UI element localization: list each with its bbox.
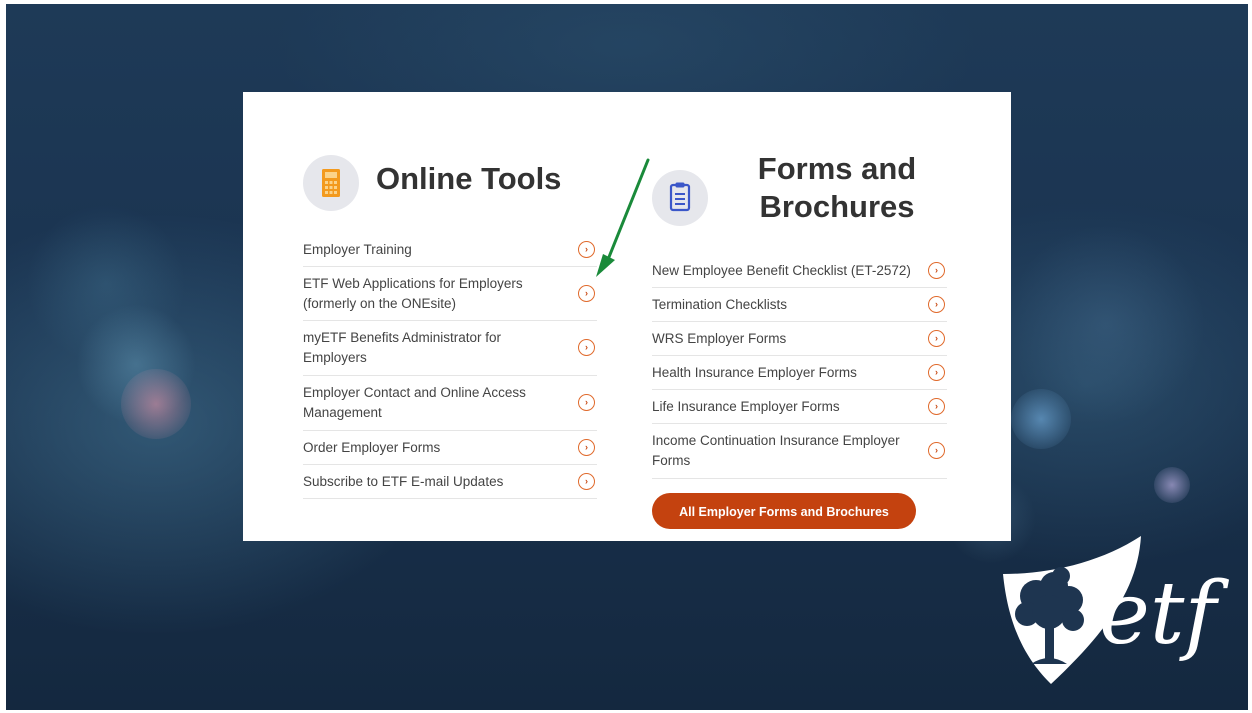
bokeh-light — [1154, 467, 1190, 503]
link-label: Health Insurance Employer Forms — [652, 364, 857, 380]
chevron-right-icon[interactable]: › — [928, 261, 945, 279]
forms-section: Forms and Brochures New Employee Benefit… — [652, 148, 947, 529]
link-label: Income Continuation Insurance Employer F… — [652, 433, 900, 468]
presentation-slide: Online Tools Employer Training › ETF Web… — [6, 4, 1248, 710]
link-label: ETF Web Applications for Employers (form… — [303, 275, 523, 311]
link-employer-training[interactable]: Employer Training › — [303, 234, 597, 267]
bokeh-light — [26, 204, 186, 364]
link-label: myETF Benefits Administrator for Employe… — [303, 330, 502, 365]
chevron-right-icon[interactable]: › — [578, 472, 595, 490]
chevron-right-icon[interactable]: › — [928, 397, 945, 415]
all-employer-forms-button[interactable]: All Employer Forms and Brochures — [652, 493, 916, 529]
chevron-right-icon[interactable]: › — [578, 339, 595, 356]
forms-links: New Employee Benefit Checklist (ET-2572)… — [652, 254, 947, 479]
chevron-right-icon[interactable]: › — [578, 284, 595, 302]
link-label: Termination Checklists — [652, 296, 788, 312]
chevron-right-icon[interactable]: › — [928, 363, 945, 381]
link-label: Life Insurance Employer Forms — [652, 398, 840, 414]
link-label: New Employee Benefit Checklist (ET-2572) — [652, 262, 911, 278]
link-life-insurance-forms[interactable]: Life Insurance Employer Forms › — [652, 390, 947, 424]
link-label: Employer Training — [303, 242, 412, 257]
bokeh-light — [121, 369, 191, 439]
link-label: Subscribe to ETF E-mail Updates — [303, 473, 504, 489]
link-new-employee-checklist[interactable]: New Employee Benefit Checklist (ET-2572)… — [652, 254, 947, 288]
calculator-icon — [303, 155, 359, 211]
etf-logo: etf — [991, 534, 1221, 694]
online-tools-links: Employer Training › ETF Web Applications… — [303, 234, 597, 499]
online-tools-title: Online Tools — [376, 161, 562, 196]
link-label: WRS Employer Forms — [652, 330, 787, 346]
link-myetf-benefits-administrator[interactable]: myETF Benefits Administrator for Employe… — [303, 321, 597, 376]
chevron-right-icon[interactable]: › — [928, 329, 945, 347]
online-tools-section: Online Tools Employer Training › ETF Web… — [303, 148, 597, 499]
link-wrs-employer-forms[interactable]: WRS Employer Forms › — [652, 322, 947, 356]
chevron-right-icon[interactable]: › — [578, 394, 595, 411]
link-label: Order Employer Forms — [303, 439, 441, 455]
link-employer-contact-access[interactable]: Employer Contact and Online Access Manag… — [303, 376, 597, 431]
link-subscribe-email-updates[interactable]: Subscribe to ETF E-mail Updates › — [303, 465, 597, 499]
chevron-right-icon[interactable]: › — [578, 438, 595, 456]
chevron-right-icon[interactable]: › — [928, 295, 945, 313]
link-income-continuation-forms[interactable]: Income Continuation Insurance Employer F… — [652, 424, 947, 479]
link-termination-checklists[interactable]: Termination Checklists › — [652, 288, 947, 322]
forms-title: Forms and Brochures — [757, 151, 917, 224]
annotation-arrow — [596, 158, 650, 277]
link-label: Employer Contact and Online Access Manag… — [303, 385, 526, 420]
link-health-insurance-forms[interactable]: Health Insurance Employer Forms › — [652, 356, 947, 390]
link-order-employer-forms[interactable]: Order Employer Forms › — [303, 431, 597, 465]
etf-logo-text: etf — [1099, 564, 1217, 664]
link-etf-web-applications[interactable]: ETF Web Applications for Employers (form… — [303, 267, 597, 321]
chevron-right-icon[interactable]: › — [928, 442, 945, 459]
content-card: Online Tools Employer Training › ETF Web… — [243, 92, 1011, 541]
bokeh-light — [1006, 224, 1206, 424]
